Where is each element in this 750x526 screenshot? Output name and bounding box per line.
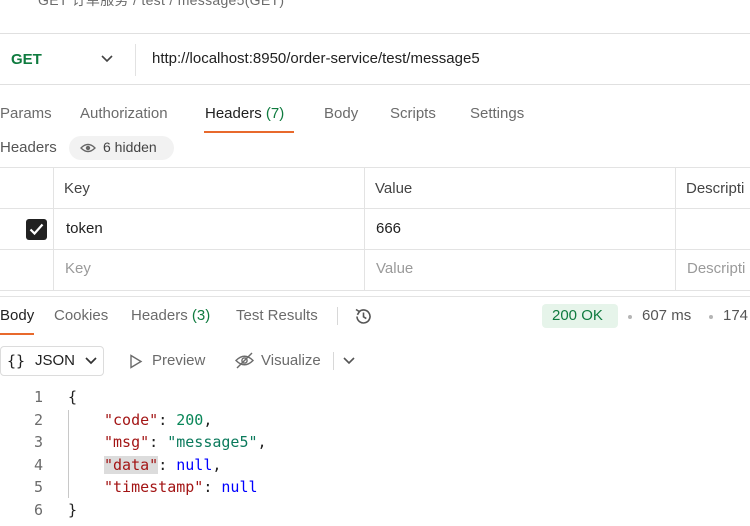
column-header-key: Key bbox=[64, 180, 90, 197]
url-divider bbox=[0, 84, 750, 85]
eye-icon bbox=[80, 143, 96, 153]
meta-dot bbox=[628, 315, 632, 319]
view-separator bbox=[333, 352, 334, 370]
json-value: null bbox=[221, 478, 258, 496]
tab-headers-count: (7) bbox=[265, 105, 285, 122]
json-comma: , bbox=[212, 456, 222, 474]
top-tab-strip: GET 订单服务 / test / message5(GET) bbox=[0, 0, 750, 12]
code-line: "timestamp": null bbox=[104, 478, 258, 496]
checkbox-checked-icon bbox=[29, 223, 44, 236]
tab-params[interactable]: Params bbox=[0, 105, 52, 122]
response-active-tab-indicator bbox=[0, 333, 34, 335]
hidden-headers-count: 6 hidden bbox=[103, 139, 157, 155]
url-separator bbox=[135, 44, 136, 76]
code-close-brace: } bbox=[68, 501, 78, 519]
response-divider bbox=[0, 296, 750, 297]
tab-scripts[interactable]: Scripts bbox=[390, 105, 436, 122]
response-time[interactable]: 607 ms bbox=[642, 307, 691, 324]
active-tab-indicator bbox=[204, 131, 294, 133]
indent-guide bbox=[68, 410, 69, 498]
top-tab-title[interactable]: GET 订单服务 / test / message5(GET) bbox=[38, 0, 284, 10]
table-col-divider bbox=[675, 167, 676, 290]
json-comma: , bbox=[203, 411, 213, 429]
braces-icon: {} bbox=[7, 352, 26, 370]
play-icon bbox=[130, 354, 143, 369]
url-input[interactable]: http://localhost:8950/order-service/test… bbox=[152, 50, 480, 67]
table-bottom-border bbox=[0, 290, 750, 291]
tab-separator bbox=[337, 307, 338, 325]
json-key: "code" bbox=[104, 411, 159, 429]
json-key-highlighted: "data" bbox=[104, 456, 159, 474]
history-icon[interactable] bbox=[353, 306, 374, 327]
line-number: 1 bbox=[33, 388, 43, 406]
hidden-headers-toggle[interactable]: 6 hidden bbox=[69, 136, 174, 160]
json-value: "message5" bbox=[167, 433, 258, 451]
chevron-down-icon[interactable] bbox=[343, 356, 355, 366]
tab-settings[interactable]: Settings bbox=[470, 105, 524, 122]
preview-button[interactable]: Preview bbox=[152, 352, 205, 369]
json-key: "msg" bbox=[104, 433, 150, 451]
table-header-border bbox=[0, 208, 750, 209]
top-divider bbox=[0, 33, 750, 34]
json-key: "timestamp" bbox=[104, 478, 204, 496]
column-header-description: Descripti bbox=[686, 180, 745, 197]
code-line: "data": null, bbox=[104, 456, 222, 474]
tab-response-headers[interactable]: Headers (3) bbox=[131, 307, 210, 324]
code-line: "code": 200, bbox=[104, 411, 213, 429]
format-select[interactable]: {} JSON bbox=[0, 346, 104, 376]
new-description-input[interactable]: Descripti bbox=[687, 260, 745, 277]
line-number: 4 bbox=[33, 456, 43, 474]
format-select-label: JSON bbox=[35, 352, 76, 369]
header-enabled-checkbox[interactable] bbox=[26, 219, 47, 240]
line-number: 6 bbox=[33, 501, 43, 519]
visualize-button[interactable]: Visualize bbox=[261, 352, 321, 369]
tab-headers-label: Headers bbox=[205, 105, 262, 122]
meta-dot bbox=[709, 315, 713, 319]
status-text: 200 OK bbox=[552, 307, 603, 324]
tab-cookies[interactable]: Cookies bbox=[54, 307, 108, 324]
line-number: 5 bbox=[33, 478, 43, 496]
header-key-cell[interactable]: token bbox=[66, 220, 103, 237]
line-number: 3 bbox=[33, 433, 43, 451]
tab-authorization[interactable]: Authorization bbox=[80, 105, 168, 122]
table-col-divider bbox=[364, 167, 365, 290]
method-select[interactable]: GET bbox=[11, 51, 42, 68]
response-size[interactable]: 174 bbox=[723, 307, 748, 324]
code-line: "msg": "message5", bbox=[104, 433, 267, 451]
tab-headers[interactable]: Headers (7) bbox=[205, 105, 284, 122]
status-badge[interactable]: 200 OK bbox=[542, 304, 618, 328]
chevron-down-icon[interactable] bbox=[100, 52, 114, 66]
tab-body[interactable]: Body bbox=[324, 105, 358, 122]
chevron-down-icon bbox=[85, 357, 97, 365]
line-number: 2 bbox=[33, 411, 43, 429]
json-comma: , bbox=[257, 433, 267, 451]
tab-response-body[interactable]: Body bbox=[0, 307, 34, 324]
json-value: 200 bbox=[176, 411, 204, 429]
code-open-brace: { bbox=[68, 388, 78, 406]
table-col-divider bbox=[53, 167, 54, 290]
tab-response-headers-count: (3) bbox=[191, 307, 211, 324]
table-row-border bbox=[0, 249, 750, 250]
json-value: null bbox=[176, 456, 213, 474]
new-value-input[interactable]: Value bbox=[376, 260, 413, 277]
tab-response-headers-label: Headers bbox=[131, 307, 188, 324]
table-top-border bbox=[0, 167, 750, 168]
column-header-value: Value bbox=[375, 180, 413, 197]
tab-test-results[interactable]: Test Results bbox=[236, 307, 318, 324]
headers-section-label: Headers bbox=[0, 139, 57, 156]
new-key-input[interactable]: Key bbox=[65, 260, 91, 277]
visualize-icon bbox=[235, 352, 254, 369]
header-value-cell[interactable]: 666 bbox=[376, 220, 401, 237]
